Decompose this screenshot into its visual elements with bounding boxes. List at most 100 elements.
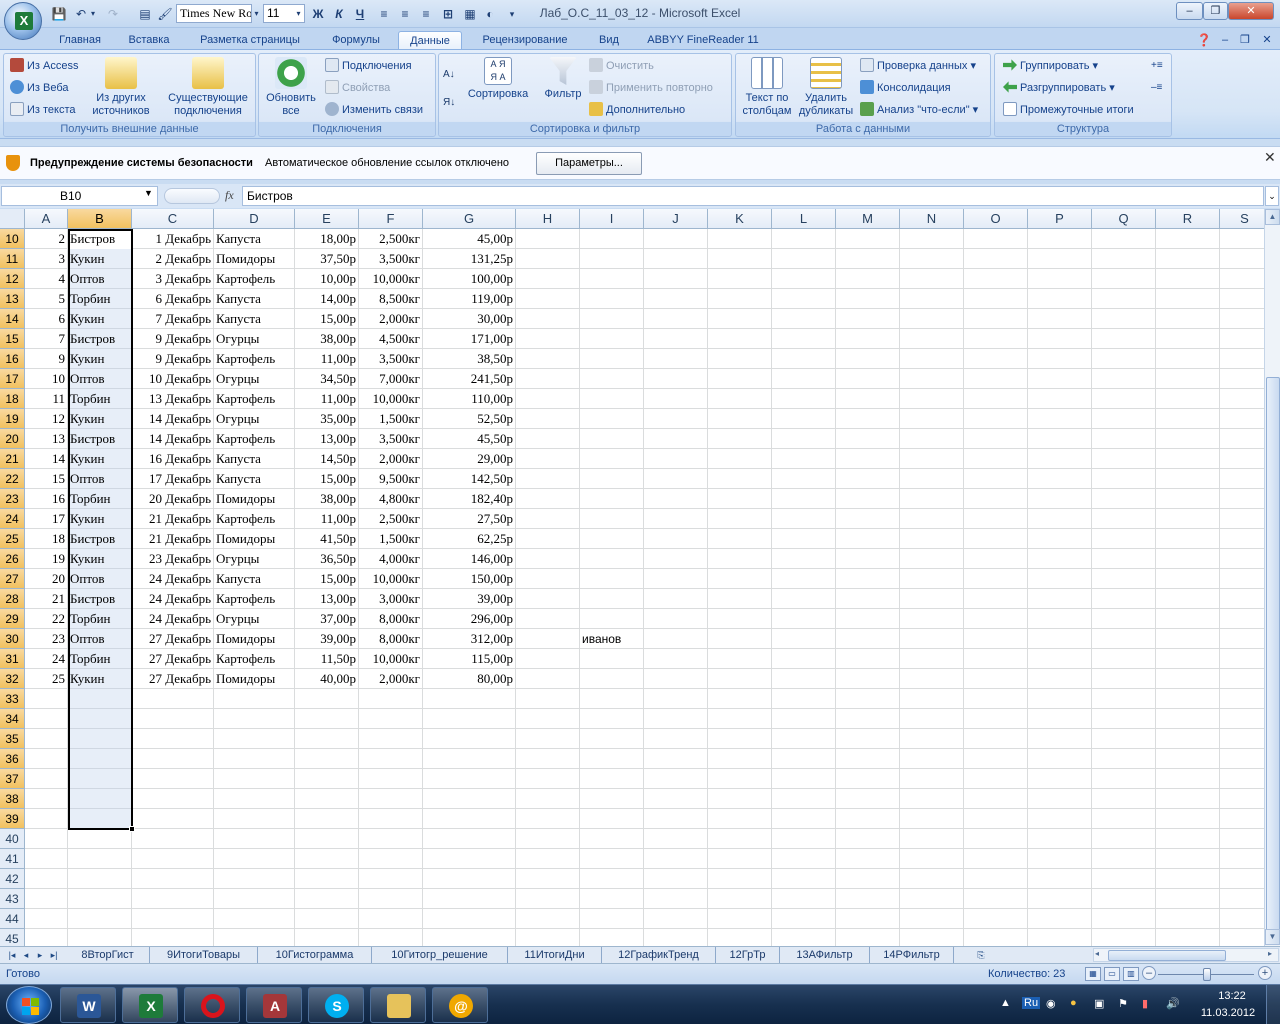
text-to-columns-button[interactable]: Текст по столбцам [738,57,796,118]
cell-d14[interactable]: Капуста [214,309,294,329]
cell-c32[interactable]: 27 Декабрь [132,669,213,689]
taskbar-explorer[interactable] [370,987,426,1023]
cell-d29[interactable]: Огурцы [214,609,294,629]
data-validation-button[interactable]: Проверка данных ▾ [860,57,976,75]
column-header-i[interactable]: I [580,209,644,229]
horizontal-scroll-thumb[interactable] [1108,950,1226,961]
row-header-12[interactable]: 12 [0,269,25,289]
cell-d12[interactable]: Картофель [214,269,294,289]
cell-c30[interactable]: 27 Декабрь [132,629,213,649]
cell-c23[interactable]: 20 Декабрь [132,489,213,509]
close-button[interactable]: ✕ [1228,2,1274,20]
cell-g25[interactable]: 62,25р [423,529,515,549]
row-header-26[interactable]: 26 [0,549,25,569]
fill-color-icon[interactable]: ◐ [480,5,500,23]
insert-function-icon[interactable]: fx [225,188,234,203]
cell-e28[interactable]: 13,00р [295,589,358,609]
office-button[interactable]: X [4,2,42,40]
show-detail-icon[interactable]: +≡ [1151,57,1167,75]
formula-splitter[interactable] [164,188,220,204]
cell-b15[interactable]: Бистров [68,329,131,349]
cell-a14[interactable]: 6 [25,309,67,329]
cell-g32[interactable]: 80,00р [423,669,515,689]
name-box-dropdown-icon[interactable]: ▼ [144,188,153,198]
cell-f20[interactable]: 3,500кг [359,429,422,449]
cell-b28[interactable]: Бистров [68,589,131,609]
cell-b16[interactable]: Кукин [68,349,131,369]
from-access-button[interactable]: Из Access [10,57,78,75]
cell-f22[interactable]: 9,500кг [359,469,422,489]
cell-g29[interactable]: 296,00р [423,609,515,629]
cell-g31[interactable]: 115,00р [423,649,515,669]
cell-b31[interactable]: Торбин [68,649,131,669]
sheet-tab-6[interactable]: 12ГрафикТренд [602,947,716,963]
what-if-button[interactable]: Анализ "что-если" ▾ [860,101,978,119]
cell-e14[interactable]: 15,00р [295,309,358,329]
cell-a10[interactable]: 2 [25,229,67,249]
cell-f16[interactable]: 3,500кг [359,349,422,369]
cell-c31[interactable]: 27 Декабрь [132,649,213,669]
cell-d15[interactable]: Огурцы [214,329,294,349]
column-header-q[interactable]: Q [1092,209,1156,229]
cell-g16[interactable]: 38,50р [423,349,515,369]
taskbar-opera[interactable] [184,987,240,1023]
sheet-tab-8[interactable]: 13АФильтр [780,947,870,963]
cell-g18[interactable]: 110,00р [423,389,515,409]
cell-b23[interactable]: Торбин [68,489,131,509]
sheet-tab-7[interactable]: 12ГрТр [716,947,780,963]
cell-a30[interactable]: 23 [25,629,67,649]
taskbar-word[interactable]: W [60,987,116,1023]
format-painter-icon[interactable]: 🖌 [156,5,174,23]
cell-e30[interactable]: 39,00р [295,629,358,649]
row-header-45[interactable]: 45 [0,929,25,946]
row-header-29[interactable]: 29 [0,609,25,629]
undo-dropdown-icon[interactable]: ▾ [88,5,98,23]
cell-f30[interactable]: 8,000кг [359,629,422,649]
cell-e26[interactable]: 36,50р [295,549,358,569]
cell-c16[interactable]: 9 Декабрь [132,349,213,369]
tray-expand-icon[interactable]: ▲ [1000,997,1011,1009]
column-header-d[interactable]: D [214,209,295,229]
tab-formulas[interactable]: Формулы [320,31,392,50]
row-header-41[interactable]: 41 [0,849,25,869]
row-header-22[interactable]: 22 [0,469,25,489]
from-text-button[interactable]: Из текста [10,101,76,119]
cell-a23[interactable]: 16 [25,489,67,509]
cell-c14[interactable]: 7 Декабрь [132,309,213,329]
tab-page-layout[interactable]: Разметка страницы [188,31,312,50]
group-button[interactable]: Группировать ▾ [1003,57,1098,75]
show-desktop-button[interactable] [1266,985,1280,1024]
cell-g23[interactable]: 182,40р [423,489,515,509]
cell-d28[interactable]: Картофель [214,589,294,609]
cell-c28[interactable]: 24 Декабрь [132,589,213,609]
align-left-icon[interactable]: ≡ [374,5,394,23]
row-header-31[interactable]: 31 [0,649,25,669]
cell-e24[interactable]: 11,00р [295,509,358,529]
sort-button[interactable]: А ЯЯ А Сортировка [465,57,531,101]
cell-i30[interactable]: иванов [580,629,708,649]
cell-a20[interactable]: 13 [25,429,67,449]
select-all-corner[interactable] [0,209,25,229]
cell-c11[interactable]: 2 Декабрь [132,249,213,269]
scroll-up-icon[interactable]: ▲ [1265,209,1280,225]
cell-a11[interactable]: 3 [25,249,67,269]
ribbon-close-icon[interactable]: ✕ [1260,31,1274,50]
sheet-tab-9[interactable]: 14РФильтр [870,947,954,963]
sort-za-icon[interactable]: Я↓ [443,94,463,112]
cell-f19[interactable]: 1,500кг [359,409,422,429]
cell-e19[interactable]: 35,00р [295,409,358,429]
cell-g19[interactable]: 52,50р [423,409,515,429]
restore-button[interactable]: ❐ [1203,2,1228,20]
row-header-20[interactable]: 20 [0,429,25,449]
sort-az-icon[interactable]: A↓ [443,66,463,84]
consolidate-button[interactable]: Консолидация [860,79,951,97]
cell-c27[interactable]: 24 Декабрь [132,569,213,589]
insert-sheet-icon[interactable]: ⎘ [972,948,990,962]
bold-icon[interactable]: Ж [308,5,328,23]
column-header-r[interactable]: R [1156,209,1220,229]
cell-e10[interactable]: 18,00р [295,229,358,249]
cell-g10[interactable]: 45,00р [423,229,515,249]
row-header-19[interactable]: 19 [0,409,25,429]
cell-g22[interactable]: 142,50р [423,469,515,489]
column-header-e[interactable]: E [295,209,359,229]
